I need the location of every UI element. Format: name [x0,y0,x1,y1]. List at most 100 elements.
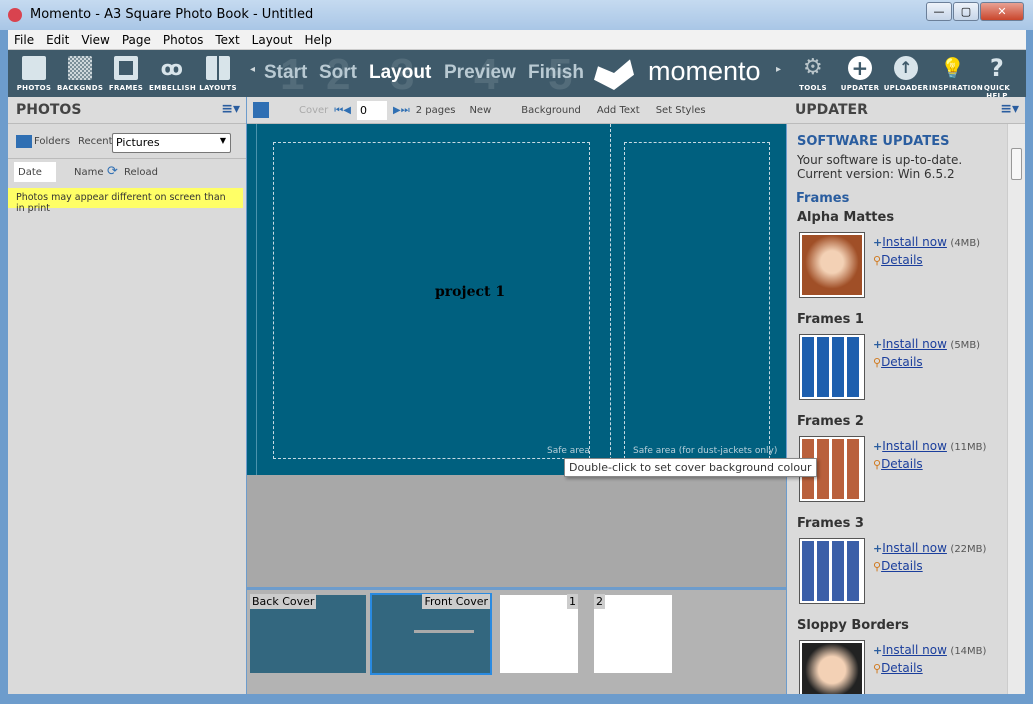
title-bar: Momento - A3 Square Photo Book - Untitle… [0,0,1033,30]
updater-panel: SOFTWARE UPDATES Your software is up-to-… [787,124,1007,694]
menu-page[interactable]: Page [116,30,157,49]
panel-menu-icon[interactable]: ≡▾ [221,101,240,117]
details-link[interactable]: Details [881,253,923,267]
item-name: Frames 2 [797,414,864,429]
tool-quick-help[interactable]: ? QUICK HELP [974,56,1020,100]
safe-area-dj-label: Safe area (for dust-jackets only) [633,446,778,456]
add-text-button[interactable]: Add Text [597,105,640,116]
menu-layout[interactable]: Layout [246,30,299,49]
first-page-button[interactable]: ⏮◀ [334,105,351,116]
tool-label: PHOTOS [16,84,52,92]
item-size: (11MB) [950,442,987,453]
plus-circle-icon: + [848,56,872,80]
print-warning: Photos may appear different on screen th… [8,188,243,214]
current-version: Current version: Win 6.5.2 [797,167,955,181]
recent-label: Recent [78,136,113,147]
tool-backgrounds[interactable]: BACKGNDS [57,56,103,92]
bow-icon: ꝏ [160,56,184,80]
steps-prev-arrow[interactable]: ◂ [250,64,255,75]
set-styles-button[interactable]: Set Styles [656,105,706,116]
install-now-link[interactable]: Install now [882,643,947,657]
details-link[interactable]: Details [881,559,923,573]
app-icon [8,8,22,22]
details-link[interactable]: Details [881,661,923,675]
panel-menu-icon[interactable]: ≡▾ [1000,101,1019,117]
thumbnail-page-1[interactable]: 1 [500,594,578,673]
menu-help[interactable]: Help [298,30,337,49]
menu-photos[interactable]: Photos [157,30,209,49]
update-item: Sloppy Borders +Install now (14MB) ⚲Deta… [797,618,997,694]
tool-updater[interactable]: + UPDATER [837,56,883,92]
magnifier-icon: ⚲ [873,254,882,267]
safe-area-label: Safe area [547,446,590,456]
tool-layouts[interactable]: LAYOUTS [195,56,241,92]
folders-button[interactable]: Folders [34,136,70,147]
tool-embellish[interactable]: ꝏ EMBELLISH [149,56,196,92]
details-link[interactable]: Details [881,355,923,369]
safe-area-dust-jacket [624,142,770,459]
tool-uploader[interactable]: ↑ UPLOADER [883,56,929,92]
install-now-link[interactable]: Install now [882,439,947,453]
scrollbar-thumb[interactable] [1011,148,1022,180]
magnifier-icon: ⚲ [873,560,882,573]
install-now-link[interactable]: Install now [882,337,947,351]
sort-date-button[interactable]: Date [18,167,42,178]
sort-name-button[interactable]: Name [74,167,104,178]
plus-icon: + [873,542,883,555]
maximize-button[interactable]: ▢ [953,2,979,21]
cover-canvas[interactable]: project 1 Safe area Safe area (for dust-… [247,124,786,475]
cover-button[interactable]: Cover [299,105,328,116]
thumbnail-label: 2 [594,594,605,609]
item-name: Frames 3 [797,516,864,531]
menu-bar: File Edit View Page Photos Text Layout H… [8,30,1026,50]
updater-scrollbar[interactable] [1007,124,1025,694]
next-page-button[interactable]: ▶⏭ [393,105,410,116]
step-preview[interactable]: Preview [444,62,516,84]
tool-tools[interactable]: ⚙ TOOLS [790,56,836,93]
tool-inspiration[interactable]: 💡 INSPIRATION [929,56,983,92]
reload-icon: ⟳ [107,164,118,179]
menu-file[interactable]: File [8,30,40,49]
item-name: Frames 1 [797,312,864,327]
tool-label: LAYOUTS [199,84,237,92]
close-button[interactable]: ✕ [980,2,1024,21]
magnifier-icon: ⚲ [873,356,882,369]
background-button[interactable]: Background [521,105,581,116]
section-frames: Frames [796,191,850,206]
install-now-link[interactable]: Install now [882,541,947,555]
menu-view[interactable]: View [75,30,115,49]
step-finish[interactable]: Finish [528,62,584,84]
page-input[interactable]: 0 [357,100,387,120]
backgrounds-icon [68,56,92,80]
steps-next-arrow[interactable]: ▸ [776,64,781,75]
update-item: Alpha Mattes +Install now (4MB) ⚲Details [797,210,997,310]
tool-label: BACKGNDS [57,84,104,92]
tool-photos[interactable]: PHOTOS [11,56,57,92]
step-layout[interactable]: Layout [369,62,431,84]
thumbnail-back-cover[interactable]: Back Cover [250,594,366,673]
thumbnail-page-2[interactable]: 2 [594,594,672,673]
thumbnail-front-cover[interactable]: Front Cover [370,593,492,675]
update-status: Your software is up-to-date. [797,153,963,167]
momento-logo-icon [594,59,634,90]
project-title-text[interactable]: project 1 [435,284,505,300]
step-start[interactable]: Start [264,62,307,84]
menu-edit[interactable]: Edit [40,30,75,49]
item-size: (5MB) [950,340,981,351]
reload-button[interactable]: Reload [124,167,158,178]
menu-text[interactable]: Text [209,30,245,49]
magnifier-icon: ⚲ [873,458,882,471]
folder-select[interactable]: Pictures ▼ [112,133,231,153]
tooltip: Double-click to set cover background col… [564,458,817,477]
save-icon[interactable] [253,102,269,118]
updates-heading: SOFTWARE UPDATES [797,134,950,149]
new-page-button[interactable]: New [469,105,491,116]
plus-icon: + [873,338,883,351]
tool-frames[interactable]: FRAMES [103,56,149,92]
install-now-link[interactable]: Install now [882,235,947,249]
step-sort[interactable]: Sort [319,62,357,84]
safe-area-front [273,142,590,459]
details-link[interactable]: Details [881,457,923,471]
minimize-button[interactable]: — [926,2,952,21]
layouts-icon [206,56,230,80]
